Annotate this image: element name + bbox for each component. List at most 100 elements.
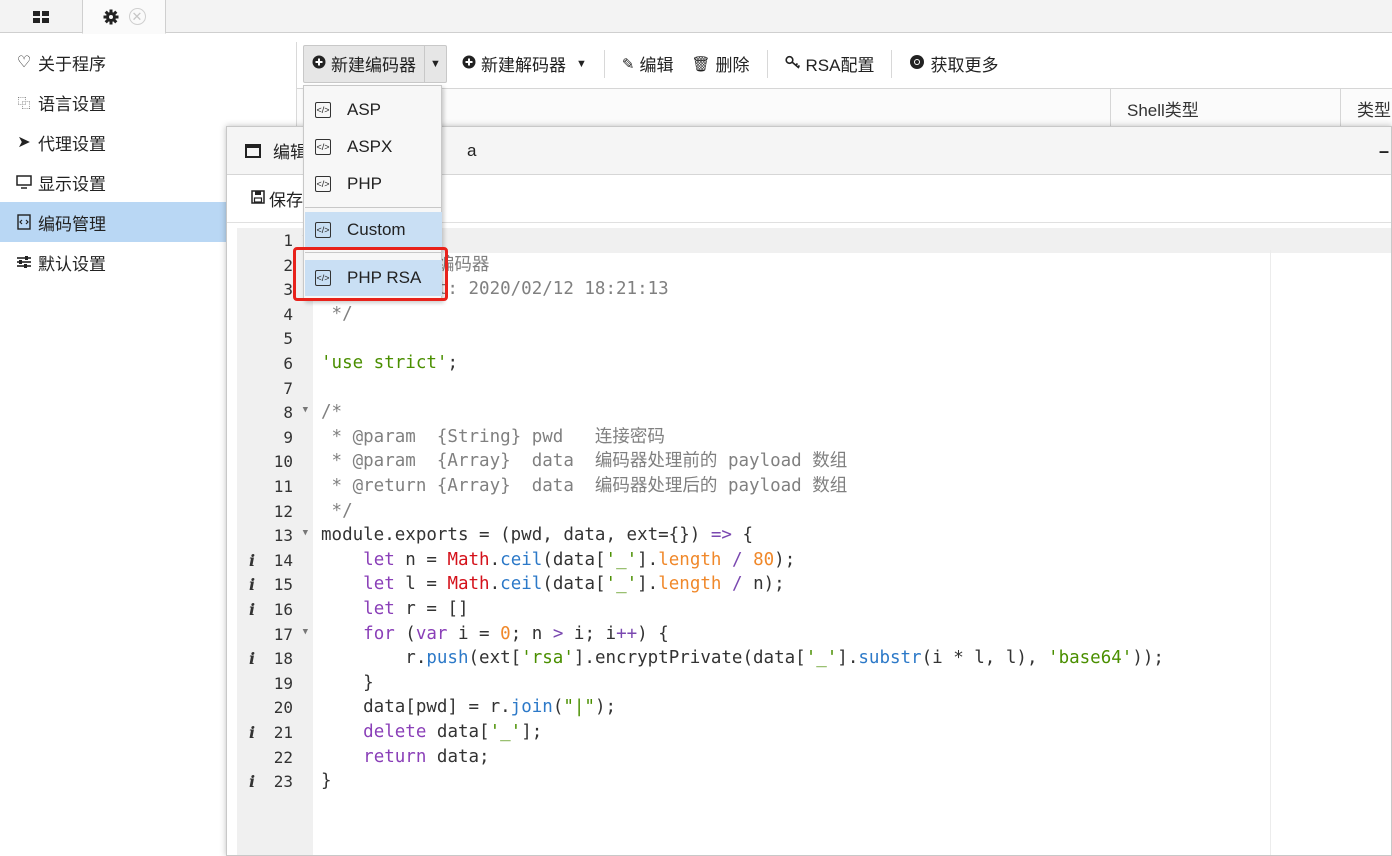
- language-icon: ⿻: [17, 95, 31, 111]
- info-annotation-icon[interactable]: i: [249, 600, 255, 619]
- line-number: 7: [283, 378, 293, 398]
- line-number: 12: [273, 501, 293, 521]
- grid-icon: [33, 10, 49, 23]
- get-more-label: 获取更多: [930, 56, 999, 75]
- delete-label: 删除: [715, 56, 750, 75]
- dropdown-item-label: PHP: [347, 174, 382, 193]
- sidebar-item-label: 语言设置: [38, 94, 106, 114]
- code-line: * @param {String} pwd 连接密码: [321, 426, 665, 447]
- plus-circle-icon: [462, 55, 476, 73]
- save-button[interactable]: 保存: [251, 186, 303, 211]
- new-encoder-split-button: 新建编码器 ▼: [303, 44, 447, 83]
- dropdown-item-label: ASPX: [347, 137, 393, 156]
- edit-icon: ✎: [621, 55, 635, 73]
- dropdown-item-asp[interactable]: </> ASP: [305, 92, 442, 128]
- code-line: return data;: [363, 746, 490, 767]
- code-file-icon: </>: [315, 139, 331, 155]
- monitor-icon: [14, 175, 34, 189]
- new-encoder-label: 新建编码器: [331, 56, 416, 75]
- line-number: 10: [273, 452, 293, 472]
- key-icon: [784, 55, 801, 73]
- chrome-icon: [909, 54, 925, 74]
- info-annotation-icon[interactable]: i: [249, 551, 255, 570]
- line-number: 13 ▼: [273, 526, 308, 546]
- code-line: */: [321, 303, 353, 324]
- line-number: 19: [273, 673, 293, 693]
- sidebar-item-about[interactable]: ♡ 关于程序: [0, 42, 296, 82]
- sidebar-item-label: 关于程序: [38, 54, 106, 74]
- code-line: * @return {Array} data 编码器处理后的 payload 数…: [321, 476, 848, 496]
- tab-settings[interactable]: ✕: [82, 0, 166, 34]
- column-type[interactable]: 类型: [1340, 89, 1392, 127]
- window-title-tail: a: [467, 140, 477, 160]
- line-number: 21 i: [249, 723, 293, 742]
- info-annotation-icon[interactable]: i: [249, 772, 255, 791]
- code-line: let n = Math.ceil(data['_'].length / 80)…: [363, 549, 796, 570]
- sidebar-item-label: 默认设置: [38, 254, 106, 274]
- line-number: 4: [283, 304, 293, 324]
- close-tab-icon[interactable]: ✕: [128, 8, 146, 25]
- rsa-config-button[interactable]: RSA配置: [776, 46, 884, 82]
- tab-grid[interactable]: [0, 0, 82, 33]
- new-decoder-button[interactable]: 新建解码器 ▼: [453, 46, 596, 82]
- minimize-icon[interactable]: –: [1379, 141, 1389, 162]
- line-number: 20: [273, 698, 293, 718]
- heart-icon: ♡: [16, 54, 32, 71]
- dropdown-item-php[interactable]: </> PHP: [305, 166, 442, 202]
- info-annotation-icon[interactable]: i: [249, 575, 255, 594]
- dropdown-separator: [305, 207, 442, 208]
- code-line: * @param {Array} data 编码器处理前的 payload 数组: [321, 451, 848, 472]
- line-number: 6: [283, 354, 293, 373]
- toolbar-separator: [603, 49, 605, 78]
- code-file-icon: </>: [315, 222, 331, 238]
- code-line: }: [321, 672, 374, 693]
- sliders-icon: [14, 255, 34, 269]
- line-number: 17 ▼: [273, 624, 308, 644]
- edit-button[interactable]: ✎ 编辑: [613, 46, 683, 82]
- line-number: 14 i: [249, 550, 293, 570]
- new-encoder-button[interactable]: 新建编码器: [304, 46, 424, 82]
- edit-label: 编辑: [639, 56, 674, 75]
- fold-arrow-icon[interactable]: ▼: [303, 405, 308, 415]
- get-more-button[interactable]: 获取更多: [900, 46, 1007, 82]
- window-title: 编辑: [273, 143, 307, 162]
- dropdown-item-label: ASP: [347, 100, 382, 119]
- chevron-down-icon[interactable]: ▼: [424, 45, 446, 82]
- info-annotation-icon[interactable]: i: [249, 723, 255, 742]
- code-file-icon: </>: [315, 102, 331, 118]
- code-line: let l = Math.ceil(data['_'].length / n);: [363, 574, 785, 595]
- code-editor[interactable]: 1▼/**2 * php::RSA编码器3 * Create at: 2020/…: [237, 228, 1391, 855]
- chevron-down-icon: ▼: [576, 57, 587, 70]
- sidebar-item-language[interactable]: ⿻ 语言设置: [0, 82, 296, 122]
- active-line-highlight: [313, 228, 1391, 253]
- code-line: 'use strict';: [321, 353, 458, 373]
- dropdown-item-custom[interactable]: </> Custom: [305, 212, 442, 248]
- code-line: let r = []: [363, 599, 469, 619]
- plus-circle-icon: [312, 54, 326, 74]
- sidebar-item-label: 代理设置: [38, 134, 106, 154]
- encoder-toolbar: 新建编码器 ▼ 新建解码器 ▼ ✎ 编辑 🗑 删除 RSA配置 获取更多: [297, 42, 1392, 85]
- toolbar-separator: [766, 49, 768, 78]
- trash-icon: 🗑: [691, 55, 711, 73]
- new-decoder-label: 新建解码器: [481, 56, 566, 75]
- dropdown-item-label: Custom: [347, 220, 406, 239]
- info-annotation-icon[interactable]: i: [249, 649, 255, 668]
- sidebar-item-label: 编码管理: [38, 214, 106, 234]
- paper-plane-icon: ➤: [17, 134, 31, 151]
- code-line: /*: [321, 402, 343, 423]
- line-number: 15 i: [249, 575, 293, 595]
- line-number: 18 i: [249, 649, 293, 669]
- tab-bar: ✕: [0, 0, 1392, 34]
- code-line: data[pwd] = r.join("|");: [321, 697, 617, 718]
- column-shell-type[interactable]: Shell类型: [1110, 89, 1340, 127]
- dropdown-item-aspx[interactable]: </> ASPX: [305, 129, 442, 165]
- fold-arrow-icon[interactable]: ▼: [303, 528, 308, 538]
- line-number: 11: [273, 477, 293, 496]
- code-line: for (var i = 0; n > i; i++) {: [363, 623, 669, 644]
- delete-button[interactable]: 🗑 删除: [682, 46, 758, 82]
- code-line: delete data['_'];: [363, 722, 543, 742]
- fold-arrow-icon[interactable]: ▼: [303, 627, 308, 637]
- code-line: */: [321, 500, 353, 521]
- line-number: 23 i: [249, 772, 293, 792]
- floppy-disk-icon: [251, 189, 265, 208]
